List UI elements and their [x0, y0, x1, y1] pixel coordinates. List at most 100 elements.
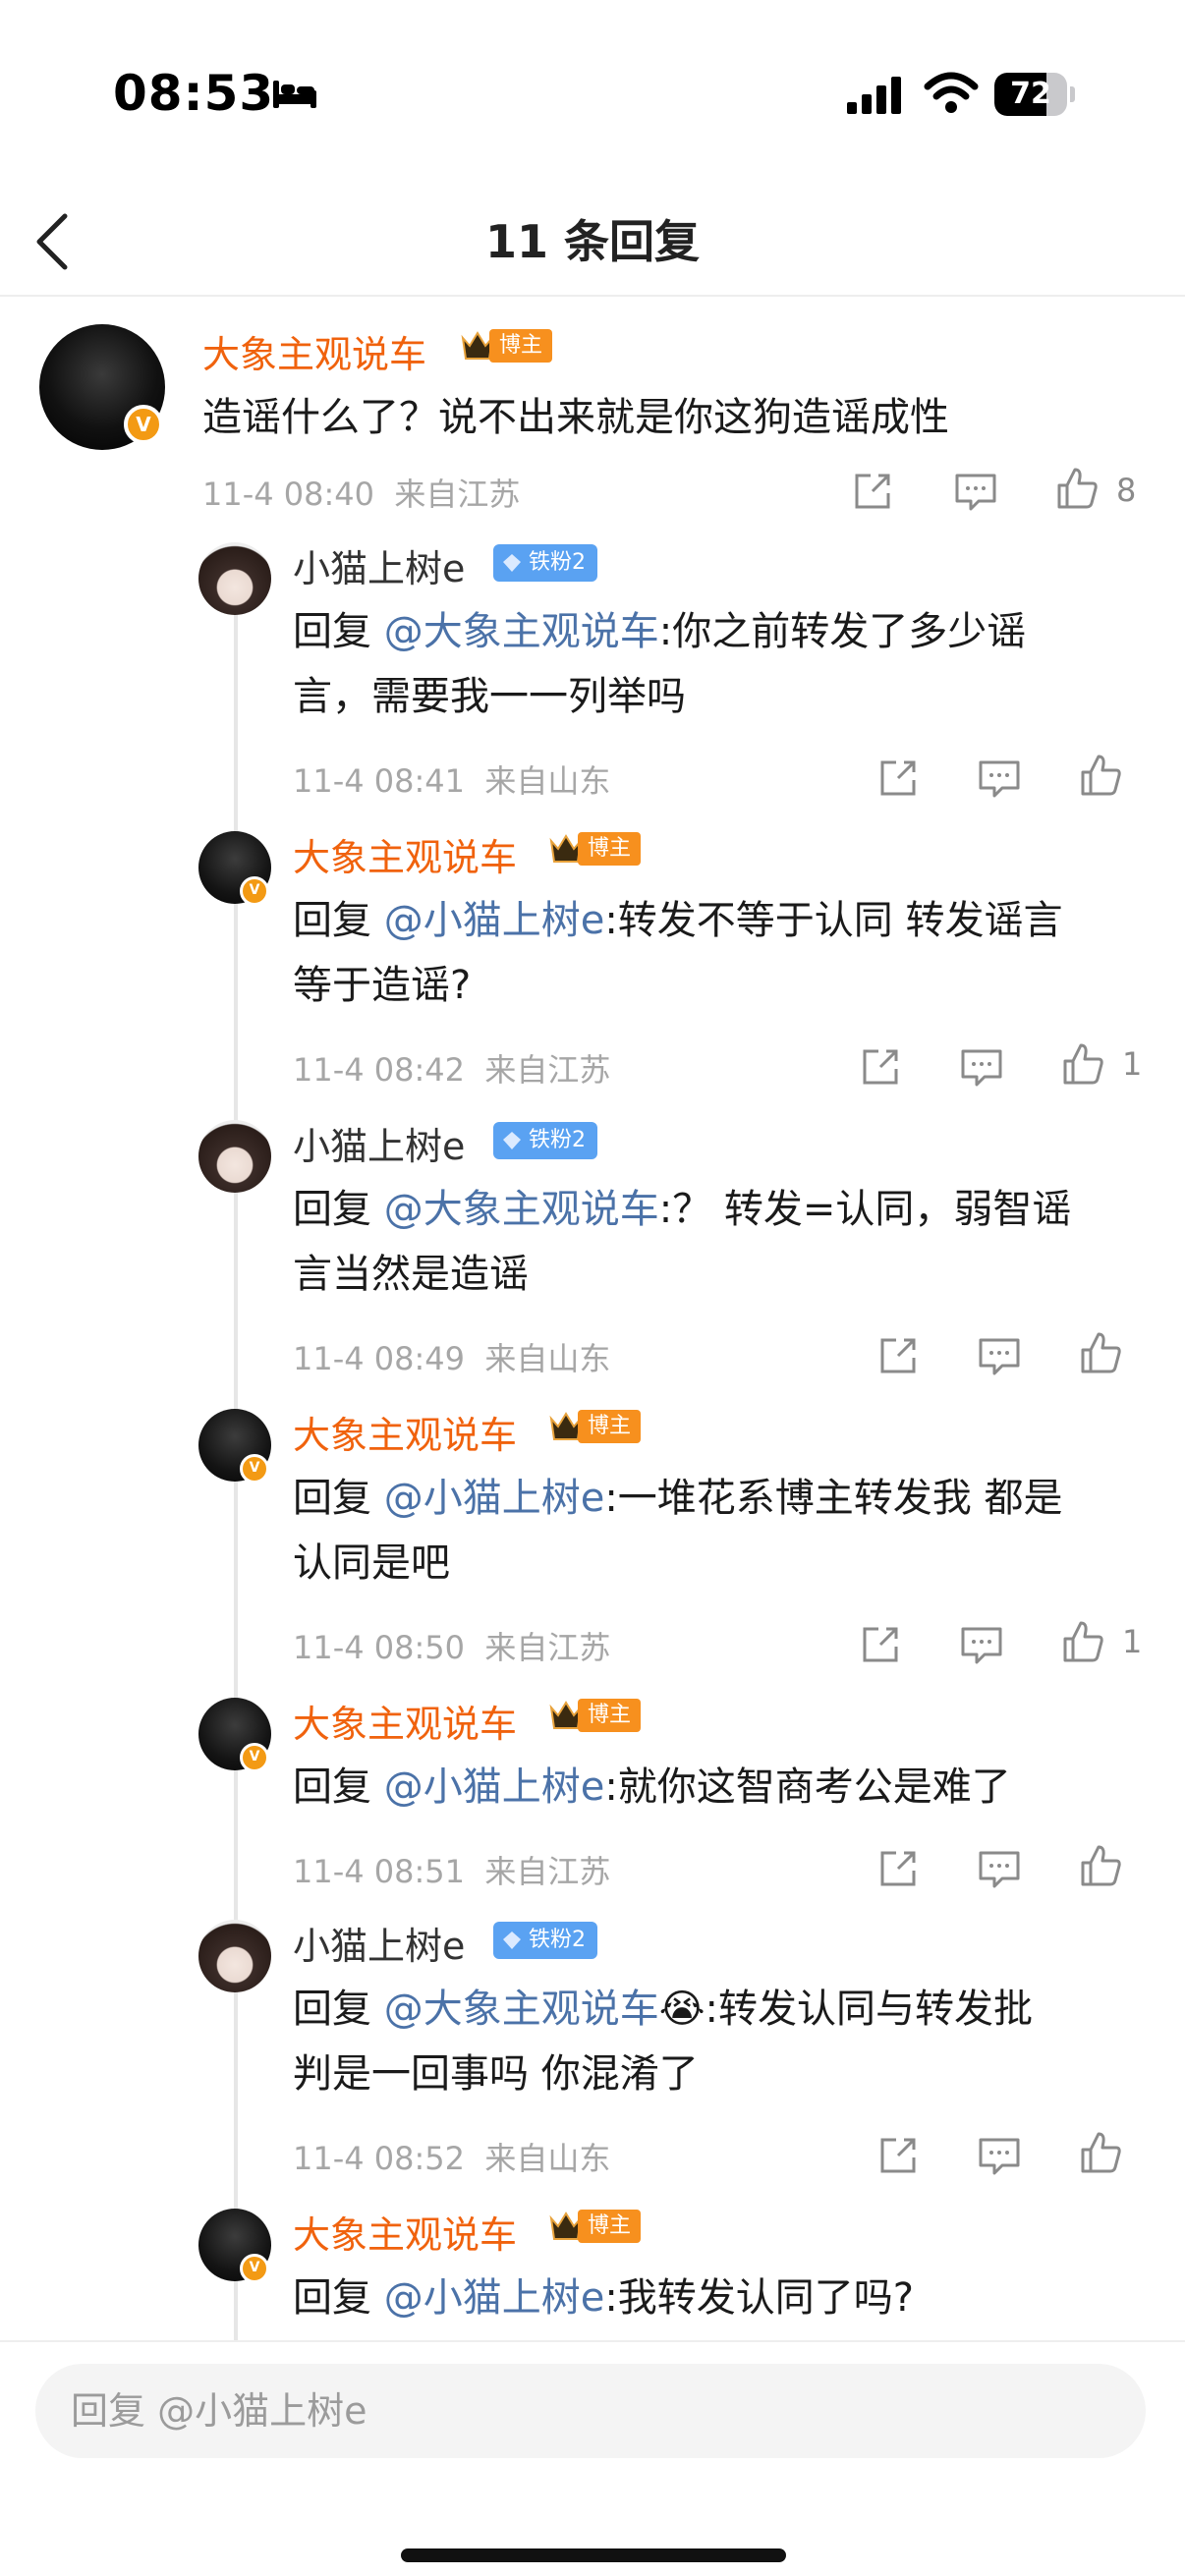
- reply-text: 回复 @小猫上树e:就你这智商考公是难了: [293, 1755, 1011, 1820]
- comment-button[interactable]: [977, 758, 1022, 800]
- verified-icon: V: [240, 1454, 269, 1484]
- status-time: 08:53: [113, 65, 275, 122]
- share-button[interactable]: [859, 1045, 902, 1089]
- comment-text: 造谣什么了？说不出来就是你这狗造谣成性: [202, 395, 949, 440]
- reply-text: 回复 @小猫上树e:转发不等于认同 转发谣言: [293, 888, 1063, 953]
- comment-icon: [961, 1049, 1002, 1087]
- like-icon: [1081, 1845, 1121, 1886]
- reply-meta: 11-4 08:50 来自江苏: [293, 1623, 610, 1668]
- reply-line-1: :？ 转发=认同，弱智谣: [658, 1187, 1072, 1232]
- reply-username[interactable]: 小猫上树e: [293, 1116, 465, 1170]
- page-title: 11 条回复: [484, 215, 701, 268]
- reply-prefix: 回复: [293, 609, 371, 654]
- share-button[interactable]: [876, 1334, 920, 1377]
- comment-time: 11-4 08:40: [202, 476, 375, 513]
- comment-icon: [979, 760, 1020, 798]
- reply-location: 来自江苏: [484, 1629, 611, 1666]
- like-count: 1: [1122, 1623, 1143, 1660]
- share-button[interactable]: [876, 2134, 920, 2177]
- reply-text: 回复 @小猫上树e:我转发认同了吗?: [293, 2266, 914, 2330]
- like-button[interactable]: [1077, 1330, 1124, 1377]
- reply-line-2: 等于造谣?: [293, 963, 472, 1008]
- mention-link[interactable]: @小猫上树e: [384, 1764, 605, 1810]
- blogger-badge: 博主: [548, 1407, 642, 1446]
- comment-username[interactable]: 大象主观说车: [202, 324, 426, 378]
- reply-prefix: 回复: [293, 1187, 371, 1232]
- reply-time: 11-4 08:41: [293, 762, 466, 800]
- reply-time: 11-4 08:49: [293, 1340, 466, 1377]
- reply-prefix: 回复: [293, 1987, 371, 2032]
- bed-icon: [273, 81, 316, 108]
- like-button[interactable]: [1077, 753, 1124, 800]
- like-button[interactable]: [1077, 1843, 1124, 1890]
- like-icon: [1063, 1621, 1103, 1662]
- verified-icon: V: [124, 405, 163, 444]
- like-button[interactable]: [1077, 2130, 1124, 2177]
- share-icon: [880, 2138, 916, 2173]
- reply-username[interactable]: 小猫上树e: [293, 538, 465, 592]
- reply-location: 来自山东: [484, 2140, 611, 2177]
- comment-button[interactable]: [953, 472, 998, 513]
- like-icon: [1081, 2132, 1121, 2173]
- verified-icon: V: [240, 2254, 269, 2283]
- avatar[interactable]: [198, 1920, 271, 1992]
- mention-link[interactable]: @大象主观说车: [384, 609, 659, 654]
- reply-username[interactable]: 大象主观说车: [293, 1405, 517, 1459]
- crying-emoji-icon: 😭: [658, 1987, 705, 2032]
- reply-time: 11-4 08:50: [293, 1629, 466, 1666]
- mention-link[interactable]: @大象主观说车: [384, 1987, 659, 2032]
- reply-text: 回复 @大象主观说车:你之前转发了多少谣: [293, 599, 1026, 664]
- comment-button[interactable]: [959, 1625, 1004, 1666]
- like-icon: [1057, 468, 1098, 509]
- reply-prefix: 回复: [293, 1764, 371, 1810]
- comment-button[interactable]: [959, 1047, 1004, 1089]
- wifi-icon: [924, 72, 979, 113]
- like-button[interactable]: [1059, 1041, 1106, 1089]
- avatar[interactable]: [198, 1120, 271, 1193]
- reply-line-2: 言当然是造谣: [293, 1252, 529, 1297]
- reply-line-1: :转发不等于认同 转发谣言: [604, 898, 1063, 943]
- share-icon: [880, 760, 916, 796]
- reply-input[interactable]: [35, 2364, 1146, 2458]
- avatar[interactable]: [198, 542, 271, 615]
- mention-link[interactable]: @大象主观说车: [384, 1187, 659, 1232]
- comment-button[interactable]: [977, 2136, 1022, 2177]
- share-icon: [855, 474, 890, 509]
- reply-time: 11-4 08:52: [293, 2140, 466, 2177]
- signal-icon: [847, 77, 901, 114]
- like-count: 8: [1116, 472, 1137, 509]
- reply-text: 回复 @大象主观说车:？ 转发=认同，弱智谣: [293, 1177, 1071, 1242]
- verified-icon: V: [240, 1743, 269, 1772]
- share-button[interactable]: [876, 756, 920, 800]
- reply-line-1: :一堆花系博主转发我 都是: [604, 1476, 1063, 1521]
- share-button[interactable]: [859, 1623, 902, 1666]
- comment-icon: [979, 2138, 1020, 2175]
- reply-username[interactable]: 大象主观说车: [293, 1694, 517, 1748]
- like-button[interactable]: [1053, 466, 1100, 513]
- reply-username[interactable]: 大象主观说车: [293, 2205, 517, 2259]
- reply-line-1: :就你这智商考公是难了: [604, 1764, 1011, 1810]
- comment-button[interactable]: [977, 1849, 1022, 1890]
- reply-time: 11-4 08:42: [293, 1051, 466, 1089]
- verified-icon: V: [240, 876, 269, 906]
- reply-meta: 11-4 08:52 来自山东: [293, 2134, 610, 2179]
- comment-icon: [979, 1851, 1020, 1888]
- reply-time: 11-4 08:51: [293, 1853, 466, 1890]
- reply-username[interactable]: 大象主观说车: [293, 827, 517, 881]
- reply-line-1: :我转发认同了吗?: [604, 2275, 915, 2321]
- reply-text: 回复 @大象主观说车😭:转发认同与转发批: [293, 1977, 1033, 2042]
- mention-link[interactable]: @小猫上树e: [384, 898, 605, 943]
- like-icon: [1063, 1043, 1103, 1085]
- blogger-badge: 博主: [548, 2207, 642, 2246]
- fan-badge: 铁粉2: [493, 544, 597, 582]
- mention-link[interactable]: @小猫上树e: [384, 2275, 605, 2321]
- blogger-badge: 博主: [548, 1696, 642, 1735]
- reply-line-2: 认同是吧: [293, 1540, 450, 1586]
- reply-username[interactable]: 小猫上树e: [293, 1916, 465, 1970]
- mention-link[interactable]: @小猫上树e: [384, 1476, 605, 1521]
- share-button[interactable]: [876, 1847, 920, 1890]
- comment-button[interactable]: [977, 1336, 1022, 1377]
- like-button[interactable]: [1059, 1619, 1106, 1666]
- like-count: 1: [1122, 1045, 1143, 1083]
- share-button[interactable]: [851, 470, 894, 513]
